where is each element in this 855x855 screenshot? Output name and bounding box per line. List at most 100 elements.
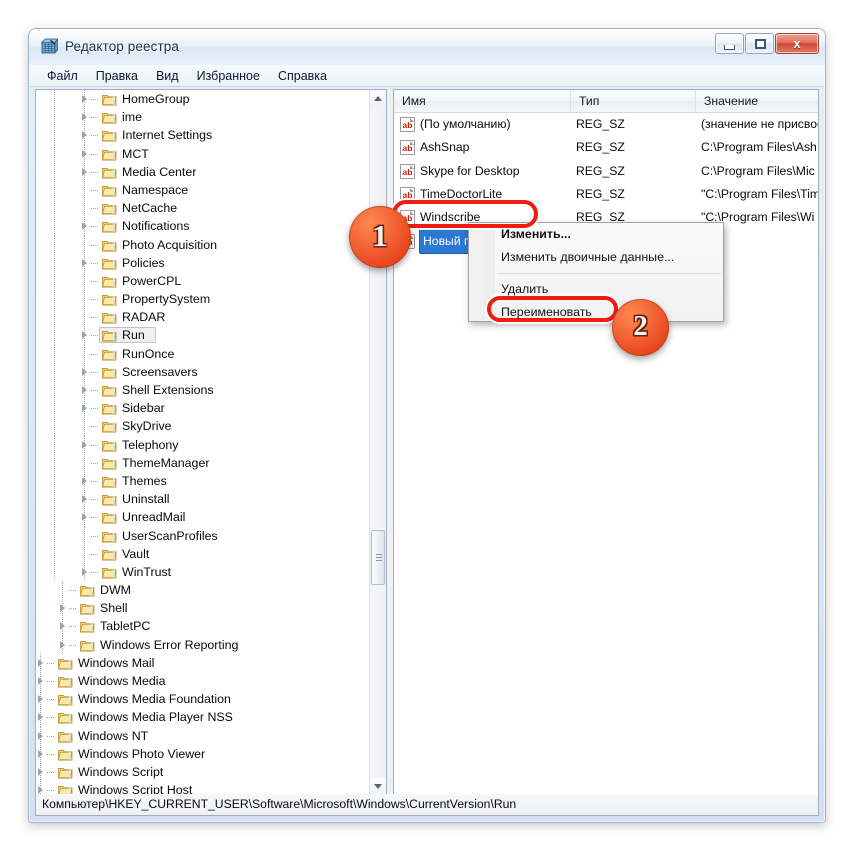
tree-item[interactable]: Windows Media Foundation <box>36 690 369 709</box>
menu-favorites[interactable]: Избранное <box>188 67 269 85</box>
tree-item[interactable]: Themes <box>36 471 369 491</box>
menu-view[interactable]: Вид <box>147 67 188 85</box>
tree-item[interactable]: Vault <box>36 544 369 563</box>
value-name: Skype for Desktop <box>420 163 520 178</box>
tree-guide <box>91 135 98 137</box>
value-type: REG_SZ <box>576 163 625 178</box>
folder-icon <box>102 349 117 361</box>
tree-item[interactable]: Windows Script Host <box>36 781 369 795</box>
tree-guide <box>47 790 54 792</box>
tree-item[interactable]: Shell Extensions <box>36 381 369 400</box>
minimize-button[interactable] <box>715 33 744 54</box>
tree-item[interactable]: Screensavers <box>36 362 369 381</box>
tree-item[interactable]: Photo Acquisition <box>36 235 369 254</box>
tree-item[interactable]: Telephony <box>36 435 369 454</box>
folder-icon <box>58 767 73 779</box>
tree-item[interactable]: Windows Mail <box>36 653 369 672</box>
folder-icon <box>102 385 117 397</box>
tree-item[interactable]: TabletPC <box>36 617 369 636</box>
context-menu-item-delete[interactable]: Удалить <box>469 278 723 301</box>
context-menu-item-modify[interactable]: Изменить... <box>469 223 723 246</box>
tree-item[interactable]: PowerCPL <box>36 271 369 291</box>
desktop-background: Редактор реестра x Файл Правка Вид Избра… <box>0 0 855 855</box>
tree-guide <box>84 126 85 145</box>
client-area: HomeGroup ime Internet Settings MCT Medi… <box>35 89 819 816</box>
folder-icon <box>102 367 117 379</box>
title-bar[interactable]: Редактор реестра x <box>29 29 825 65</box>
tree-item[interactable]: Notifications <box>36 217 369 236</box>
maximize-button[interactable] <box>745 33 774 54</box>
tree-item[interactable]: Namespace <box>36 180 369 200</box>
tree-vertical-scrollbar[interactable] <box>369 90 386 795</box>
tree-guide <box>54 126 55 145</box>
tree-guide <box>62 581 63 600</box>
tree-item[interactable]: RADAR <box>36 308 369 327</box>
tree-scroll-down-button[interactable] <box>370 778 386 795</box>
value-row[interactable]: ab Skype for Desktop REG_SZ C:\Program File… <box>394 160 818 183</box>
tree-item[interactable]: Windows Script <box>36 762 369 782</box>
value-row[interactable]: ab AshSnap REG_SZ C:\Program Files\Ash <box>394 136 818 159</box>
tree-item-label: UserScanProfiles <box>122 528 218 543</box>
tree-guide <box>91 462 98 464</box>
tree-guide <box>62 599 63 618</box>
menu-file[interactable]: Файл <box>38 67 87 85</box>
tree-item[interactable]: ime <box>36 108 369 127</box>
tree-guide <box>69 626 76 628</box>
tree-item[interactable]: Uninstall <box>36 490 369 509</box>
tree-item-label: Photo Acquisition <box>122 237 218 252</box>
tree-item[interactable]: Windows NT <box>36 726 369 745</box>
tree-item[interactable]: Shell <box>36 599 369 618</box>
tree-guide <box>91 499 98 501</box>
value-row[interactable]: ab TimeDoctorLite REG_SZ "C:\Program Files\… <box>394 183 818 206</box>
tree-item[interactable]: NetCache <box>36 199 369 218</box>
tree-item[interactable]: RunOnce <box>36 344 369 363</box>
menu-edit[interactable]: Правка <box>87 67 147 85</box>
registry-tree[interactable]: HomeGroup ime Internet Settings MCT Medi… <box>36 90 369 795</box>
tree-item[interactable]: Media Center <box>36 162 369 181</box>
tree-item[interactable]: Policies <box>36 253 369 272</box>
tree-item[interactable]: Windows Media <box>36 672 369 691</box>
tree-guide <box>40 762 41 782</box>
close-button[interactable]: x <box>775 33 819 54</box>
tree-guide <box>54 490 55 509</box>
tree-guide <box>54 344 55 363</box>
menu-help[interactable]: Справка <box>269 67 336 85</box>
tree-guide <box>91 171 98 173</box>
column-header-value[interactable]: Значение <box>696 90 818 112</box>
tree-scroll-thumb[interactable] <box>371 530 385 585</box>
tree-item[interactable]: SkyDrive <box>36 417 369 436</box>
tree-item[interactable]: HomeGroup <box>36 90 369 109</box>
tree-item[interactable]: UnreadMail <box>36 508 369 527</box>
context-menu-item-modify-binary[interactable]: Изменить двоичные данные... <box>469 246 723 269</box>
status-bar: Компьютер\HKEY_CURRENT_USER\Software\Mic… <box>35 794 819 816</box>
tree-guide <box>54 453 55 472</box>
tree-guide <box>84 399 85 418</box>
tree-item[interactable]: Run <box>36 326 369 345</box>
tree-guide <box>54 290 55 309</box>
value-row[interactable]: ab (По умолчанию) REG_SZ (значение не присв… <box>394 113 818 136</box>
tree-item[interactable]: PropertySystem <box>36 290 369 309</box>
tree-item[interactable]: Windows Error Reporting <box>36 635 369 654</box>
context-menu-item-rename[interactable]: Переименовать <box>469 301 723 324</box>
folder-icon <box>102 531 117 543</box>
tree-scroll-up-button[interactable] <box>370 90 386 107</box>
tree-item[interactable]: Windows Media Player NSS <box>36 708 369 727</box>
registry-values-list[interactable]: Имя Тип Значение ab (По умолчанию) REG_SZ (… <box>394 90 818 795</box>
tree-item-label: HomeGroup <box>122 92 190 106</box>
folder-icon <box>102 295 117 306</box>
column-header-name[interactable]: Имя <box>394 90 571 112</box>
tree-guide <box>54 235 55 254</box>
folder-icon <box>58 749 73 761</box>
column-header-type[interactable]: Тип <box>571 90 696 112</box>
tree-item[interactable]: DWM <box>36 581 369 600</box>
tree-item[interactable]: Windows Photo Viewer <box>36 744 369 763</box>
folder-icon <box>102 258 117 270</box>
tree-item[interactable]: Internet Settings <box>36 126 369 145</box>
tree-item[interactable]: MCT <box>36 144 369 163</box>
tree-item[interactable]: UserScanProfiles <box>36 526 369 545</box>
tree-item[interactable]: Sidebar <box>36 399 369 418</box>
folder-icon <box>102 276 117 288</box>
tree-item[interactable]: ThemeManager <box>36 453 369 472</box>
tree-item[interactable]: WinTrust <box>36 562 369 582</box>
folder-icon <box>80 604 95 615</box>
